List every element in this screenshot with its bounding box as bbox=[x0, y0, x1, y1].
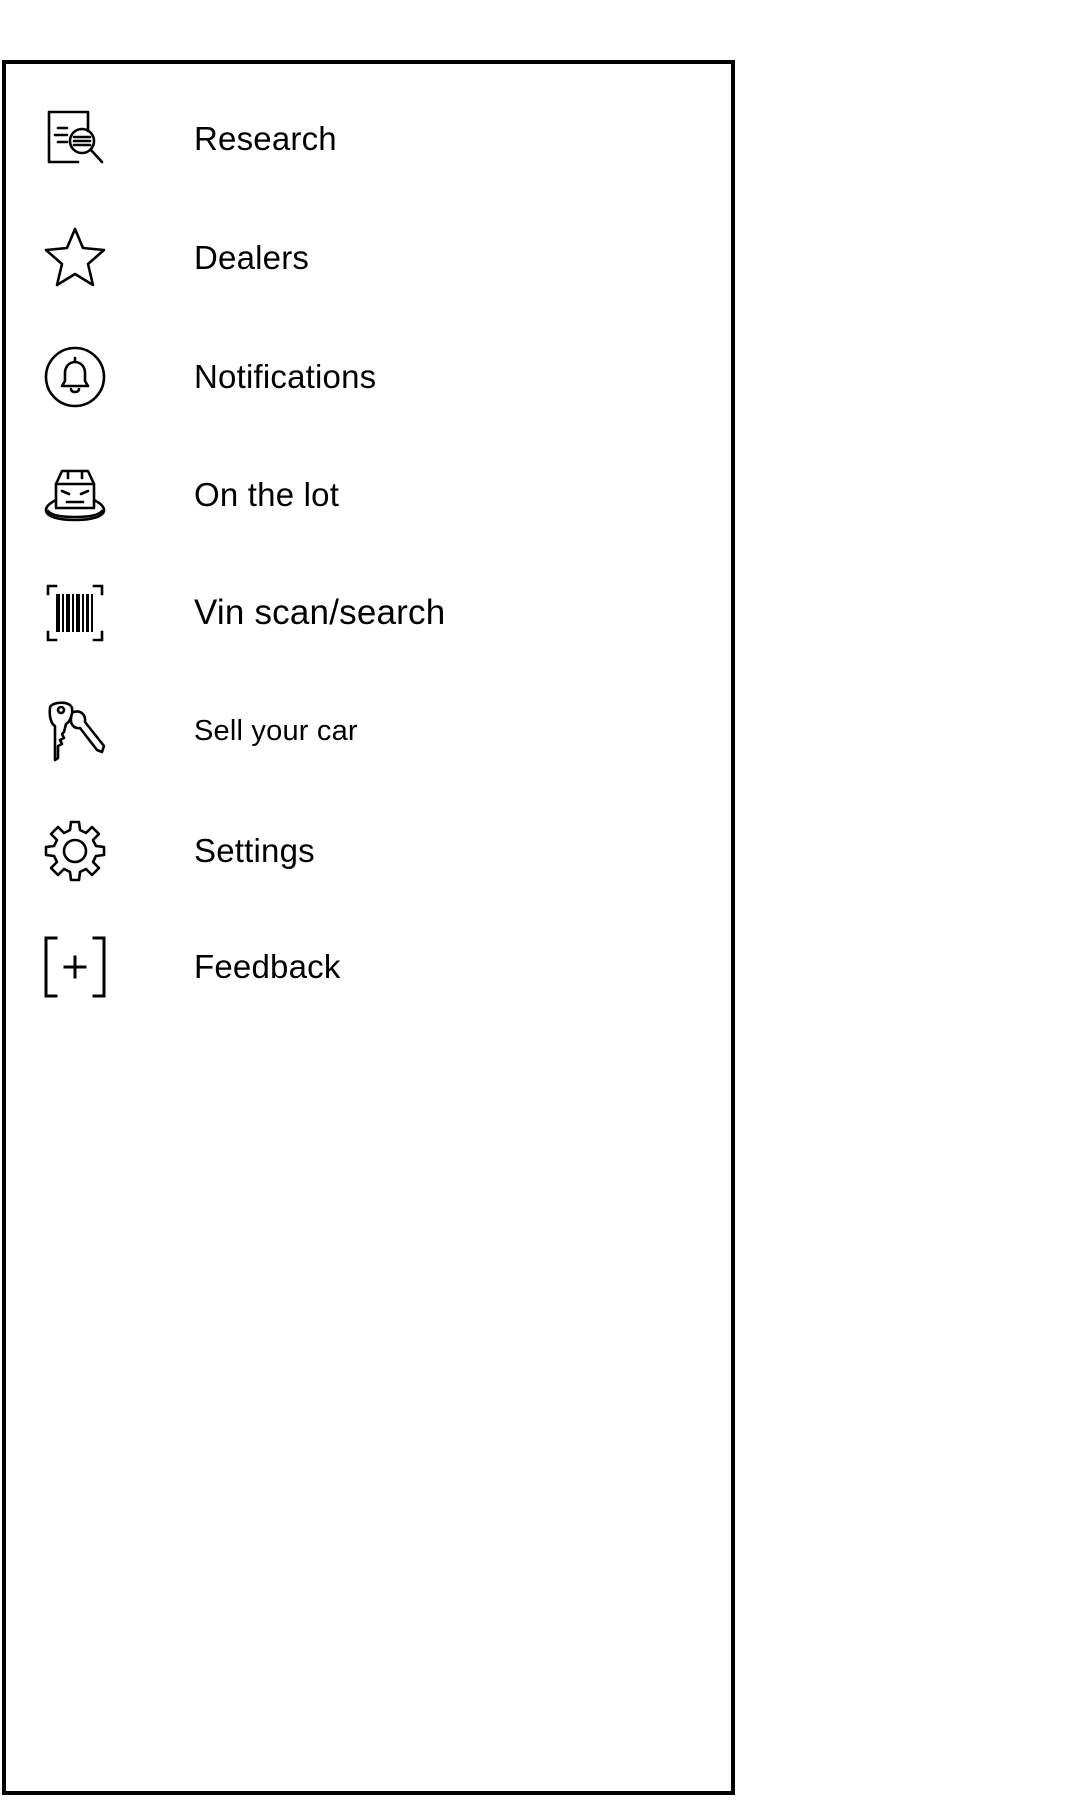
menu-label-dealers: Dealers bbox=[194, 239, 310, 276]
menu-label-settings: Settings bbox=[194, 832, 315, 869]
menu-item-research[interactable]: Research bbox=[6, 84, 731, 194]
menu-item-feedback[interactable]: Feedback bbox=[6, 912, 731, 1022]
menu-label-notifications: Notifications bbox=[194, 358, 377, 395]
barcode-scan-icon bbox=[40, 578, 110, 648]
menu-item-on-the-lot[interactable]: On the lot bbox=[6, 440, 731, 550]
menu-item-sell-your-car[interactable]: Sell your car bbox=[6, 676, 731, 786]
menu-label-feedback: Feedback bbox=[194, 948, 341, 985]
menu-item-vin-scan-search[interactable]: Vin scan/search bbox=[6, 558, 731, 668]
menu-item-notifications[interactable]: Notifications bbox=[6, 322, 731, 432]
menu-label-vin-scan-search: Vin scan/search bbox=[194, 593, 446, 632]
menu-label-research: Research bbox=[194, 120, 337, 157]
navigation-drawer: Research Dealers Notifications On the lo… bbox=[2, 60, 735, 1795]
star-icon bbox=[40, 223, 110, 293]
research-icon bbox=[40, 104, 110, 174]
menu-label-on-the-lot: On the lot bbox=[194, 476, 340, 513]
gear-icon bbox=[40, 816, 110, 886]
car-on-turntable-icon bbox=[40, 460, 110, 530]
car-key-icon bbox=[40, 696, 110, 766]
bracket-plus-icon bbox=[40, 932, 110, 1002]
bell-icon bbox=[40, 342, 110, 412]
menu-label-sell-your-car: Sell your car bbox=[194, 715, 358, 747]
menu-item-settings[interactable]: Settings bbox=[6, 796, 731, 906]
menu-item-dealers[interactable]: Dealers bbox=[6, 203, 731, 313]
